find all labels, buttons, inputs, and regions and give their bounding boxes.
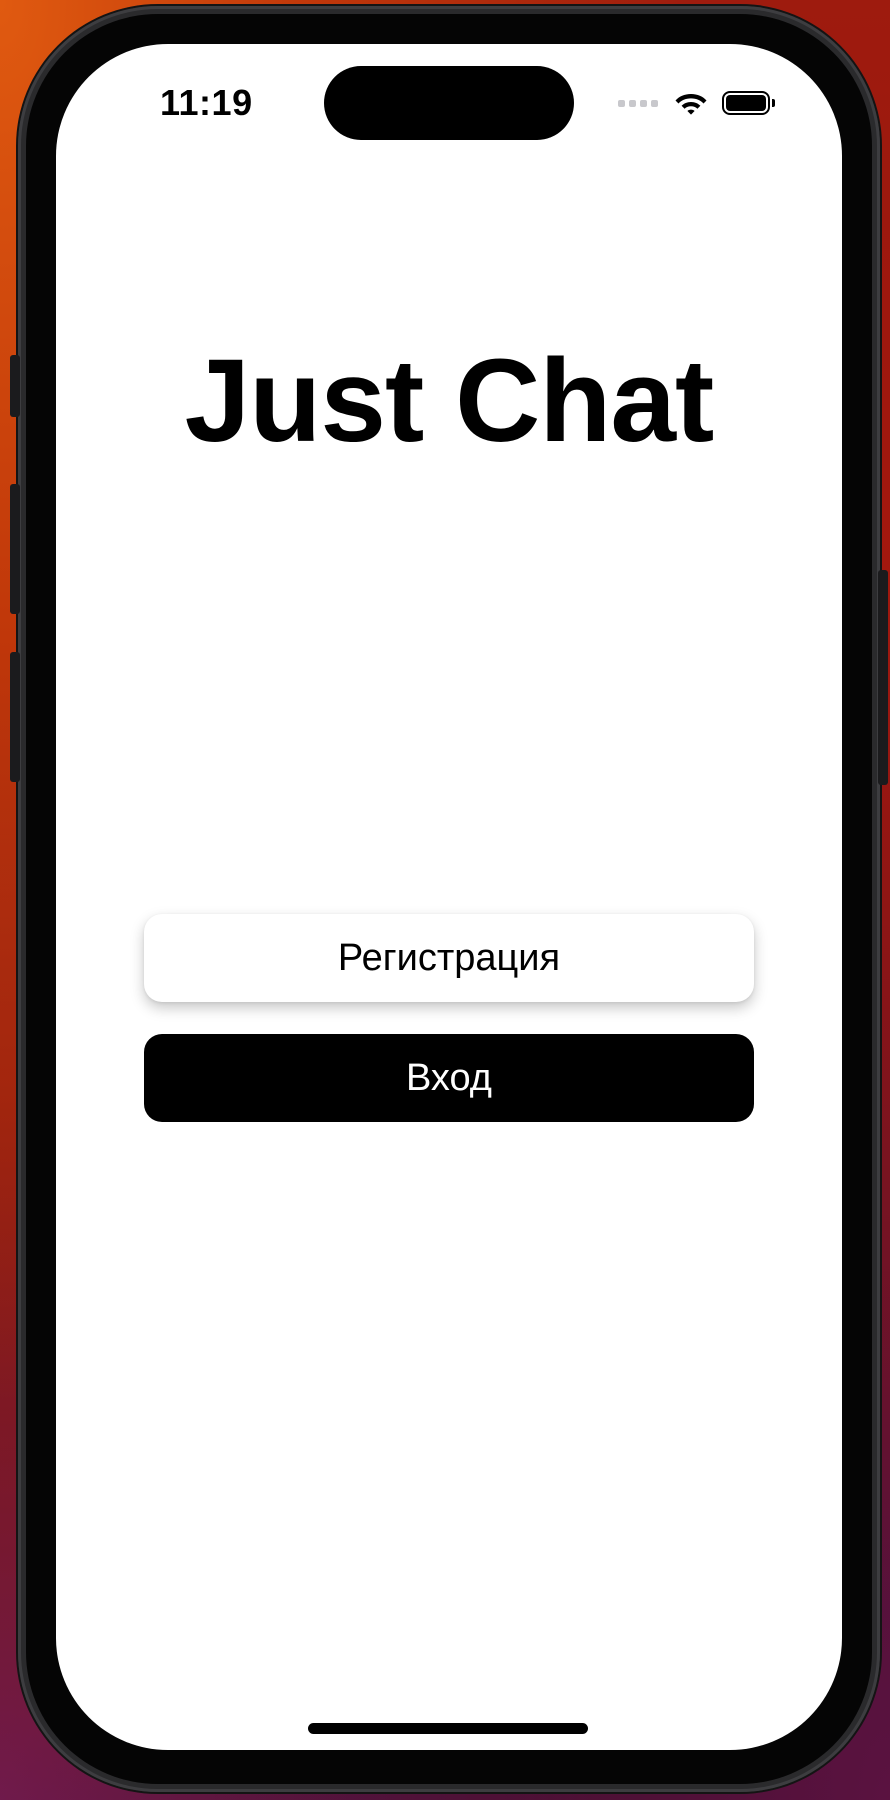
cellular-signal-icon [618,99,658,107]
battery-icon [722,91,775,115]
app-screen: 11:19 Just Chat Регистрация Вход [56,44,842,1750]
volume-down-button [10,652,20,782]
home-indicator[interactable] [308,1723,588,1734]
battery-level [726,95,766,111]
register-button[interactable]: Регистрация [144,914,754,1002]
wifi-icon [675,94,707,115]
power-button [878,570,888,785]
app-title: Just Chat [184,335,715,467]
dynamic-island [324,66,574,140]
login-button[interactable]: Вход [144,1034,754,1122]
status-time: 11:19 [160,82,253,123]
status-icons [618,88,775,118]
volume-up-button [10,484,20,614]
action-button [10,355,20,417]
